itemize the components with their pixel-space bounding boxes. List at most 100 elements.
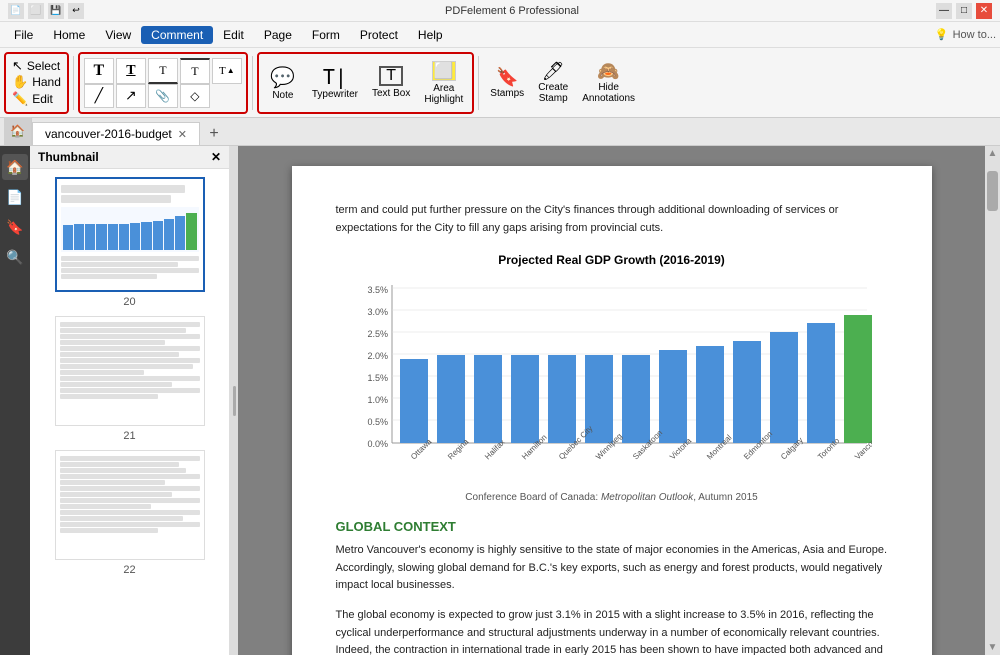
thumb-line bbox=[60, 346, 200, 351]
edit-icon: ✏️ bbox=[12, 91, 28, 107]
panel-bookmark-icon[interactable]: 🔖 bbox=[2, 214, 28, 240]
area-highlight-icon: ⬜ bbox=[432, 61, 456, 81]
text-format-1[interactable]: T bbox=[84, 58, 114, 84]
thumbnail-img-20 bbox=[55, 177, 205, 292]
right-scrollbar[interactable]: ▲ ▼ bbox=[985, 146, 1000, 655]
thumb-line bbox=[60, 376, 200, 381]
menu-file[interactable]: File bbox=[4, 26, 43, 44]
thumb-line bbox=[60, 462, 179, 467]
thumb-line bbox=[60, 334, 200, 339]
note-icon: 💬 bbox=[270, 65, 295, 90]
scroll-down-arrow[interactable]: ▼ bbox=[986, 640, 1000, 655]
menu-help[interactable]: Help bbox=[408, 26, 453, 44]
text-format-group: T T T T T▲ ╱ ↗ 📎 ◇ bbox=[78, 52, 248, 114]
pdf-page: term and could put further pressure on t… bbox=[292, 166, 932, 655]
hide-annotations-tool[interactable]: 🙈 HideAnnotations bbox=[575, 57, 642, 109]
text-format-4[interactable]: T bbox=[180, 58, 210, 84]
thumbnail-page-21[interactable]: 21 bbox=[38, 316, 221, 442]
create-stamp-tool[interactable]: 🖊 CreateStamp bbox=[531, 57, 575, 109]
chart-source-italic: Metropolitan Outlook bbox=[601, 492, 693, 503]
panel-search-icon[interactable]: 🔍 bbox=[2, 244, 28, 270]
home-tab-icon[interactable]: 🏠 bbox=[4, 117, 32, 145]
minimize-button[interactable]: — bbox=[936, 3, 952, 19]
pdf-view-area[interactable]: term and could put further pressure on t… bbox=[238, 146, 985, 655]
note-tool[interactable]: 💬 Note bbox=[261, 57, 305, 109]
thumb-line bbox=[61, 256, 199, 261]
thumb-line bbox=[60, 474, 200, 479]
menu-page[interactable]: Page bbox=[254, 26, 302, 44]
menu-edit[interactable]: Edit bbox=[213, 26, 254, 44]
chart-source: Conference Board of Canada: Metropolitan… bbox=[336, 492, 888, 503]
hand-icon: ✋ bbox=[12, 74, 28, 90]
thumb-line bbox=[60, 510, 200, 515]
bar-chart-svg: 3.5% 3.0% 2.5% 2.0% 1.5% 1.0% 0.5% 0.0% bbox=[352, 275, 872, 485]
thumb-line bbox=[60, 358, 200, 363]
close-button[interactable]: ✕ bbox=[976, 3, 992, 19]
tab-bar: 🏠 vancouver-2016-budget ✕ + bbox=[0, 118, 1000, 146]
pdf-intro-text: term and could put further pressure on t… bbox=[336, 202, 888, 237]
hide-annotations-icon: 🙈 bbox=[597, 61, 619, 82]
thumb-line bbox=[61, 185, 185, 193]
text-box-tool[interactable]: T Text Box bbox=[365, 57, 417, 109]
document-tab[interactable]: vancouver-2016-budget ✕ bbox=[32, 122, 200, 145]
draw-line[interactable]: ╱ bbox=[84, 84, 114, 108]
tab-close-button[interactable]: ✕ bbox=[178, 128, 187, 141]
text-format-2[interactable]: T bbox=[116, 58, 146, 84]
thumb-line bbox=[60, 382, 172, 387]
resize-indicator bbox=[233, 386, 236, 416]
thumb-line bbox=[61, 274, 158, 279]
text-format-5[interactable]: T▲ bbox=[212, 58, 242, 84]
svg-text:2.5%: 2.5% bbox=[367, 329, 388, 339]
scroll-up-arrow[interactable]: ▲ bbox=[986, 146, 1000, 161]
thumbnail-list: 20 21 bbox=[30, 169, 229, 655]
app-title: PDFelement 6 Professional bbox=[88, 5, 936, 17]
create-stamp-icon: 🖊 bbox=[542, 61, 565, 82]
thumbnail-img-21 bbox=[55, 316, 205, 426]
thumbnail-close[interactable]: ✕ bbox=[211, 150, 221, 164]
select-tool[interactable]: ↖ Select bbox=[12, 58, 61, 74]
svg-text:3.5%: 3.5% bbox=[367, 285, 388, 295]
typewriter-tool[interactable]: T| Typewriter bbox=[305, 57, 365, 109]
scroll-thumb[interactable] bbox=[987, 171, 998, 211]
panel-pages-icon[interactable]: 📄 bbox=[2, 184, 28, 210]
stamps-tool[interactable]: 🔖 Stamps bbox=[483, 57, 531, 109]
draw-attach[interactable]: 📎 bbox=[148, 84, 178, 108]
area-highlight-tool[interactable]: ⬜ AreaHighlight bbox=[417, 57, 470, 109]
menu-form[interactable]: Form bbox=[302, 26, 350, 44]
edit-tool[interactable]: ✏️ Edit bbox=[12, 91, 61, 107]
thumb-line bbox=[60, 394, 158, 399]
left-icon-panel: 🏠 📄 🔖 🔍 bbox=[0, 146, 30, 655]
stamps-icon: 🔖 bbox=[496, 67, 518, 88]
draw-shape[interactable]: ◇ bbox=[180, 84, 210, 108]
svg-text:1.5%: 1.5% bbox=[367, 373, 388, 383]
add-tab-button[interactable]: + bbox=[202, 123, 226, 145]
thumb-chart bbox=[61, 207, 199, 252]
menu-home[interactable]: Home bbox=[43, 26, 95, 44]
toolbar: ↖ Select ✋ Hand ✏️ Edit T T T T T▲ ╱ ↗ 📎… bbox=[0, 48, 1000, 118]
draw-arrow[interactable]: ↗ bbox=[116, 84, 146, 108]
pdf-chart: Projected Real GDP Growth (2016-2019) 3.… bbox=[336, 253, 888, 503]
pdf-paragraph-1: Metro Vancouver's economy is highly sens… bbox=[336, 542, 888, 595]
hand-tool[interactable]: ✋ Hand bbox=[12, 74, 61, 90]
menu-comment[interactable]: Comment bbox=[141, 26, 213, 44]
thumbnail-page-22[interactable]: 22 bbox=[38, 450, 221, 576]
thumb-line bbox=[60, 340, 165, 345]
divider-1 bbox=[73, 56, 74, 110]
panel-home-icon[interactable]: 🏠 bbox=[2, 154, 28, 180]
thumbnail-page-20[interactable]: 20 bbox=[38, 177, 221, 308]
menu-view[interactable]: View bbox=[95, 26, 141, 44]
thumb-line bbox=[60, 370, 144, 375]
thumb-line bbox=[60, 486, 200, 491]
global-context-heading: GLOBAL CONTEXT bbox=[336, 519, 888, 534]
panel-resize-handle[interactable] bbox=[230, 146, 238, 655]
text-box-icon: T bbox=[379, 66, 403, 86]
divider-2 bbox=[252, 56, 253, 110]
menu-protect[interactable]: Protect bbox=[350, 26, 408, 44]
draw-row: ╱ ↗ 📎 ◇ bbox=[84, 84, 242, 108]
maximize-button[interactable]: □ bbox=[956, 3, 972, 19]
text-format-3[interactable]: T bbox=[148, 58, 178, 84]
thumb-line bbox=[60, 522, 200, 527]
select-tools-group: ↖ Select ✋ Hand ✏️ Edit bbox=[4, 52, 69, 114]
thumb-line bbox=[60, 516, 183, 521]
typewriter-icon: T| bbox=[323, 65, 347, 89]
